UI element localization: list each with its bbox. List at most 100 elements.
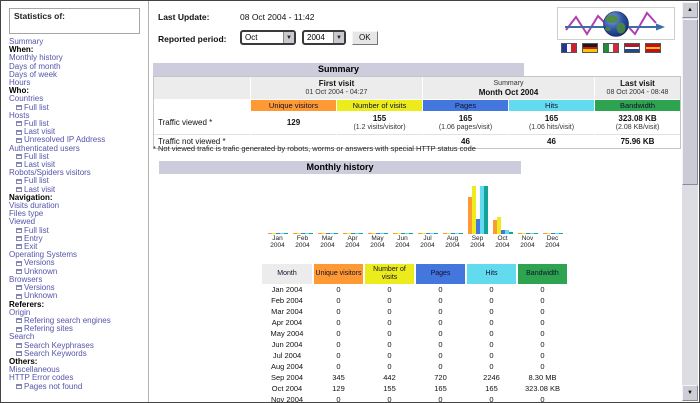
chart-bars xyxy=(542,178,564,234)
scroll-down-icon[interactable]: ▼ xyxy=(682,385,698,401)
monthly-cell: 0 xyxy=(416,317,465,328)
chart-month-group-oct-2004: Oct2004 xyxy=(490,178,515,249)
chart-bars xyxy=(517,178,539,234)
traffic-viewed-bandwidth: 323.08 KB(2.08 KB/visit) xyxy=(595,112,680,133)
summary-footnote: * Not viewed trafic is trafic generated … xyxy=(153,144,476,153)
monthly-history-table: MonthUnique visitorsNumber of visitsPage… xyxy=(262,264,570,403)
monthly-cell: Feb 2004 xyxy=(262,295,312,306)
monthly-cell: 0 xyxy=(365,306,414,317)
bar-bandwidth xyxy=(484,186,488,234)
sidebar-item-label: Pages not found xyxy=(24,382,82,391)
sidebar: Statistics of: SummaryWhen:Monthly histo… xyxy=(1,1,149,402)
list-icon xyxy=(16,294,22,299)
summary-corner-cell xyxy=(154,77,250,99)
chart-bars xyxy=(267,178,289,234)
monthly-col-header-number-of-visits: Number of visits xyxy=(365,264,414,284)
monthly-cell: 0 xyxy=(314,328,363,339)
monthly-cell: Sep 2004 xyxy=(262,372,312,383)
chart-month-label: Jun2004 xyxy=(395,235,409,249)
table-row-jun-2004: Jun 200400000 xyxy=(262,339,570,350)
chevron-down-icon: ▼ xyxy=(283,32,294,43)
monthly-cell: 0 xyxy=(365,361,414,372)
year-select[interactable]: 2004 ▼ xyxy=(302,30,346,45)
language-flags xyxy=(557,43,675,53)
monthly-cell: 0 xyxy=(518,317,567,328)
chart-month-group-feb-2004: Feb2004 xyxy=(290,178,315,249)
list-icon xyxy=(16,261,22,266)
monthly-cell: 0 xyxy=(314,317,363,328)
monthly-cell: Mar 2004 xyxy=(262,306,312,317)
bar-bandwidth xyxy=(384,233,388,234)
list-icon xyxy=(16,327,22,332)
monthly-cell: 0 xyxy=(314,350,363,361)
monthly-cell: 0 xyxy=(365,295,414,306)
monthly-cell: 0 xyxy=(314,295,363,306)
france-flag[interactable] xyxy=(561,43,577,53)
netherlands-flag[interactable] xyxy=(624,43,640,53)
chart-bars xyxy=(492,178,514,234)
spain-flag[interactable] xyxy=(645,43,661,53)
list-icon xyxy=(16,105,22,110)
monthly-col-header-unique-visitors: Unique visitors xyxy=(314,264,363,284)
monthly-history-section-title: Monthly history xyxy=(159,161,521,174)
summary-month-cell: Summary Month Oct 2004 xyxy=(423,77,594,99)
list-icon xyxy=(16,154,22,159)
vertical-scrollbar[interactable]: ▲ ▼ xyxy=(682,2,698,401)
bar-bandwidth xyxy=(459,233,463,234)
last-visit-value: 08 Oct 2004 - 08:48 xyxy=(607,88,669,97)
reported-period-label: Reported period: xyxy=(158,34,226,44)
chart-month-label: Feb2004 xyxy=(295,235,309,249)
monthly-cell: 0 xyxy=(365,394,414,403)
list-icon xyxy=(16,384,22,389)
chart-bars xyxy=(317,178,339,234)
sidebar-item-hours[interactable]: Hours xyxy=(9,79,146,87)
sidebar-item-full-list[interactable]: Full list xyxy=(9,104,146,112)
monthly-cell: 0 xyxy=(365,339,414,350)
bar-bandwidth xyxy=(434,233,438,234)
list-icon xyxy=(16,187,22,192)
monthly-cell: 165 xyxy=(416,383,465,394)
monthly-cell: 8.30 MB xyxy=(518,372,567,383)
monthly-cell: 0 xyxy=(518,295,567,306)
chart-month-label: Jan2004 xyxy=(270,235,284,249)
table-row-jul-2004: Jul 200400000 xyxy=(262,350,570,361)
table-row-apr-2004: Apr 200400000 xyxy=(262,317,570,328)
scrollbar-thumb[interactable] xyxy=(682,19,698,185)
traffic-viewed-hits: 165(1.06 hits/visit) xyxy=(509,112,594,133)
chart-bars xyxy=(292,178,314,234)
bar-bandwidth xyxy=(559,233,563,234)
chart-bars xyxy=(342,178,364,234)
italy-flag[interactable] xyxy=(603,43,619,53)
year-select-value: 2004 xyxy=(304,33,333,42)
bar-bandwidth xyxy=(284,233,288,234)
chart-month-label: May2004 xyxy=(370,235,384,249)
chart-month-group-jan-2004: Jan2004 xyxy=(265,178,290,249)
sidebar-item-pages-not-found[interactable]: Pages not found xyxy=(9,383,146,391)
list-icon xyxy=(16,236,22,241)
monthly-cell: May 2004 xyxy=(262,328,312,339)
list-icon xyxy=(16,351,22,356)
last-update-label: Last Update: xyxy=(158,12,209,22)
list-icon xyxy=(16,162,22,167)
monthly-cell: Nov 2004 xyxy=(262,394,312,403)
chart-month-group-jun-2004: Jun2004 xyxy=(390,178,415,249)
chart-month-group-sep-2004: Sep2004 xyxy=(465,178,490,249)
ok-button[interactable]: OK xyxy=(352,31,378,45)
flag-stripe xyxy=(625,49,639,52)
table-row-sep-2004: Sep 200434544272022468.30 MB xyxy=(262,372,570,383)
germany-flag[interactable] xyxy=(582,43,598,53)
monthly-cell: 0 xyxy=(467,328,516,339)
first-visit-value: 01 Oct 2004 - 04:27 xyxy=(306,88,368,97)
monthly-col-header-pages: Pages xyxy=(416,264,465,284)
scroll-up-icon[interactable]: ▲ xyxy=(682,2,698,18)
month-select[interactable]: Oct ▼ xyxy=(240,30,296,45)
col-header-unique-visitors: Unique visitors xyxy=(251,100,336,111)
list-icon xyxy=(16,285,22,290)
chart-month-label: Dec2004 xyxy=(545,235,559,249)
monthly-cell: 2246 xyxy=(467,372,516,383)
chart-bars xyxy=(442,178,464,234)
monthly-cell: Aug 2004 xyxy=(262,361,312,372)
bar-bandwidth xyxy=(409,233,413,234)
monthly-cell: 720 xyxy=(416,372,465,383)
monthly-cell: Jul 2004 xyxy=(262,350,312,361)
